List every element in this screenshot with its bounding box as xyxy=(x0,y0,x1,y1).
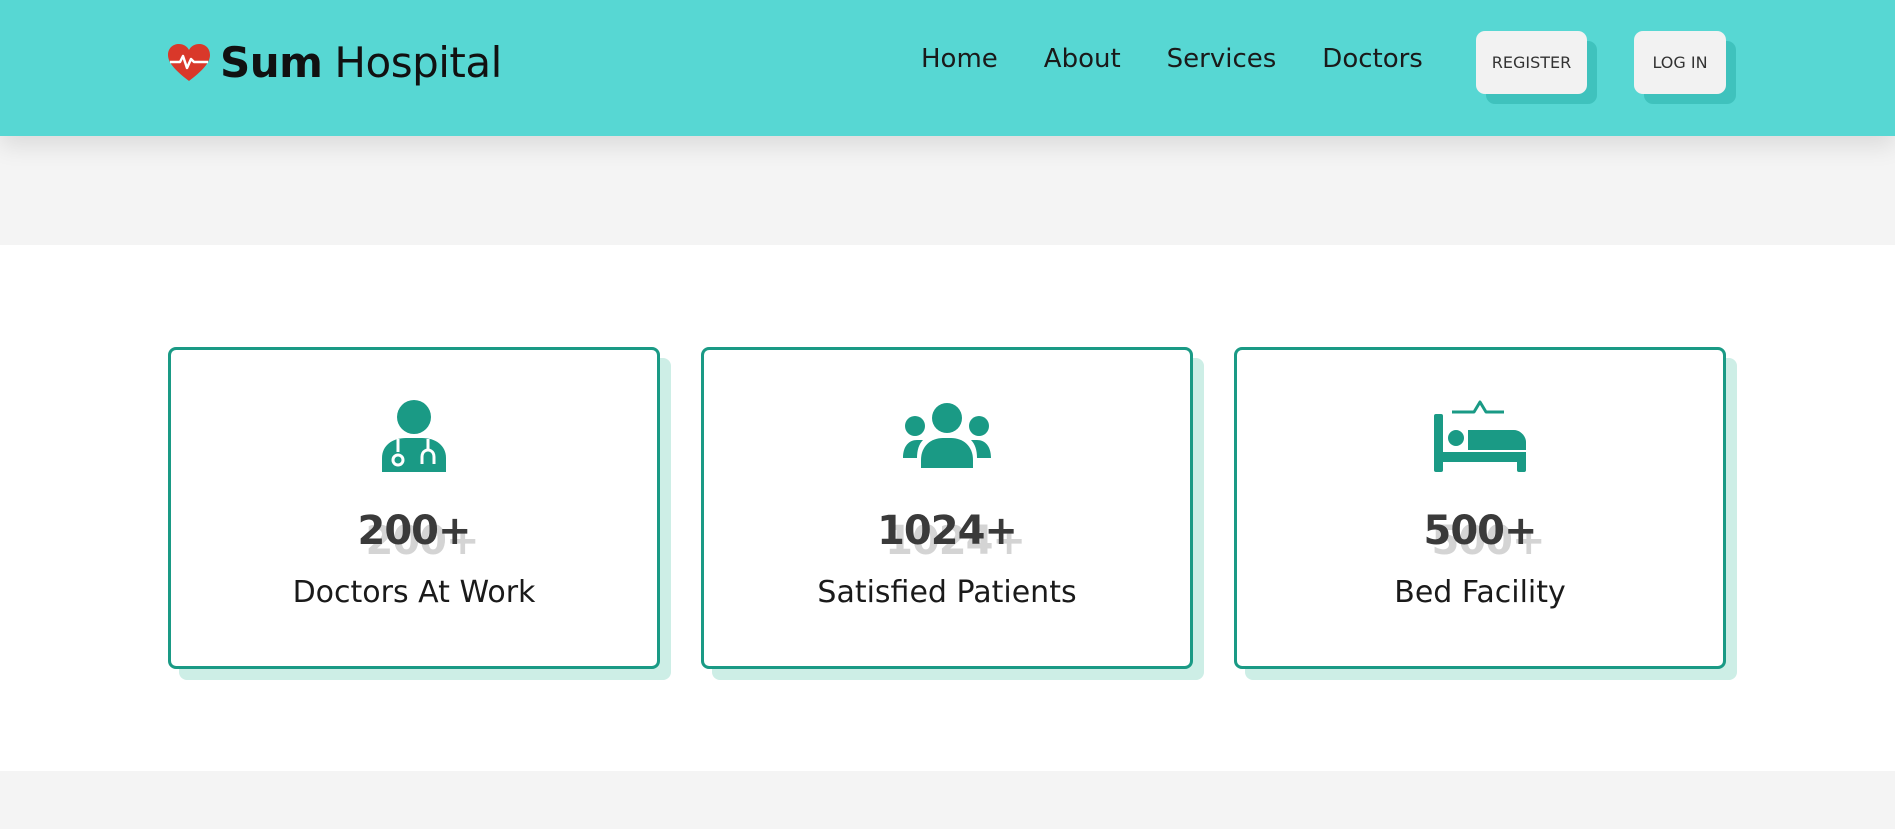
nav-doctors-link[interactable]: Doctors xyxy=(1322,44,1423,74)
stat-label: Satisfied Patients xyxy=(817,575,1077,610)
stat-label: Doctors At Work xyxy=(292,575,536,610)
bed-icon xyxy=(1434,400,1526,472)
stat-card-doctors: 200+ Doctors At Work xyxy=(168,347,660,669)
stat-value: 500+ xyxy=(1423,508,1537,554)
stat-card-beds: 500+ Bed Facility xyxy=(1234,347,1726,669)
site-header: Sum Hospital Home About Services Doctors… xyxy=(0,0,1895,136)
bottom-band xyxy=(0,771,1895,829)
main-nav: Home About Services Doctors xyxy=(921,44,1423,74)
stat-value: 200+ xyxy=(357,508,471,554)
stats-section: 200+ Doctors At Work 1024+ Satisfied Pat… xyxy=(0,245,1895,771)
brand-logo[interactable]: Sum Hospital xyxy=(166,38,502,87)
stat-card-patients: 1024+ Satisfied Patients xyxy=(701,347,1193,669)
brand-name-rest: Hospital xyxy=(334,38,502,87)
login-button[interactable]: LOG IN xyxy=(1634,31,1726,94)
heart-pulse-icon xyxy=(168,43,210,81)
nav-about-link[interactable]: About xyxy=(1044,44,1121,74)
doctor-icon xyxy=(382,400,446,472)
nav-home-link[interactable]: Home xyxy=(921,44,998,74)
register-button[interactable]: REGISTER xyxy=(1476,31,1587,94)
users-icon xyxy=(903,403,991,468)
top-band xyxy=(0,136,1895,245)
nav-services-link[interactable]: Services xyxy=(1167,44,1277,74)
stat-label: Bed Facility xyxy=(1394,575,1566,610)
stat-value: 1024+ xyxy=(877,508,1018,554)
brand-name-bold: Sum xyxy=(220,38,323,87)
